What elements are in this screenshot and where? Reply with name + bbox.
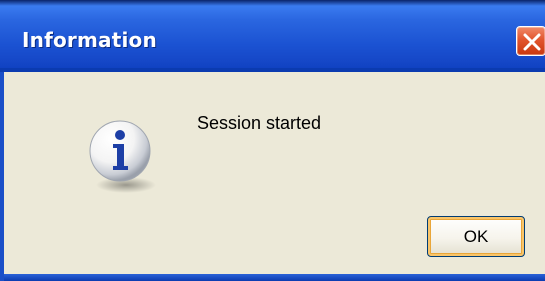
info-icon <box>89 120 156 193</box>
message-text: Session started <box>197 113 322 133</box>
information-dialog: Information Session started OK <box>0 0 545 281</box>
close-icon <box>523 33 541 51</box>
window-title: Information <box>22 28 157 52</box>
title-bar[interactable]: Information <box>0 0 545 72</box>
dialog-body: Session started OK <box>0 72 545 281</box>
close-button[interactable] <box>516 26 545 56</box>
ok-button[interactable]: OK <box>427 216 525 257</box>
